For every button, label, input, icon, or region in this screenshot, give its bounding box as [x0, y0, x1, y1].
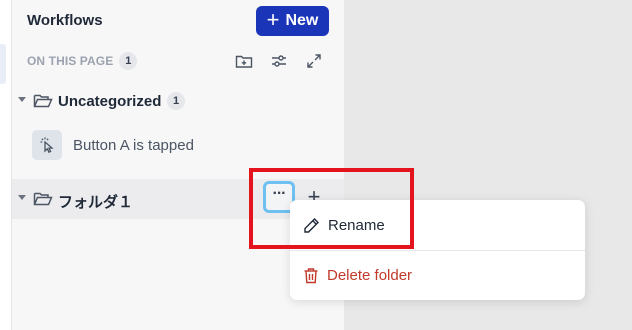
left-rail-active-marker: [0, 44, 6, 84]
delete-folder-label: Delete folder: [327, 266, 413, 284]
section-label: ON THIS PAGE: [27, 54, 114, 68]
expand-icon[interactable]: [303, 50, 325, 72]
section-count-badge: 1: [119, 52, 138, 70]
trash-icon: [304, 267, 318, 283]
new-workflow-button[interactable]: + New: [256, 6, 329, 36]
folder-name: Uncategorized: [58, 93, 162, 110]
left-rail: [0, 0, 12, 330]
filter-sliders-icon[interactable]: [268, 50, 290, 72]
workflow-item[interactable]: Button A is tapped: [32, 130, 194, 160]
folder-row-uncategorized[interactable]: Uncategorized 1: [12, 81, 344, 121]
folder-context-menu: Rename Delete folder: [290, 200, 585, 300]
caret-down-icon[interactable]: [18, 195, 26, 200]
rename-label: Rename: [328, 216, 385, 234]
rename-menu-item[interactable]: Rename: [290, 203, 585, 247]
new-folder-icon[interactable]: [233, 50, 255, 72]
plus-icon: +: [266, 7, 280, 32]
panel-title: Workflows: [27, 12, 103, 29]
tap-cursor-icon: [32, 130, 62, 160]
delete-folder-menu-item[interactable]: Delete folder: [290, 253, 585, 297]
folder-closed-icon: [33, 191, 53, 212]
section-subheader: ON THIS PAGE 1: [27, 52, 138, 70]
caret-down-icon[interactable]: [18, 97, 26, 102]
workflow-item-label: Button A is tapped: [73, 136, 194, 154]
panel-header: Workflows + New: [12, 0, 344, 42]
folder-count-badge: 1: [167, 92, 185, 110]
folder-open-icon: [33, 93, 53, 114]
new-button-label: New: [285, 12, 319, 29]
menu-divider: [290, 250, 585, 251]
ellipsis-icon: ···: [272, 185, 287, 202]
pencil-icon: [304, 217, 319, 233]
folder-name: フォルダ１: [58, 194, 134, 211]
